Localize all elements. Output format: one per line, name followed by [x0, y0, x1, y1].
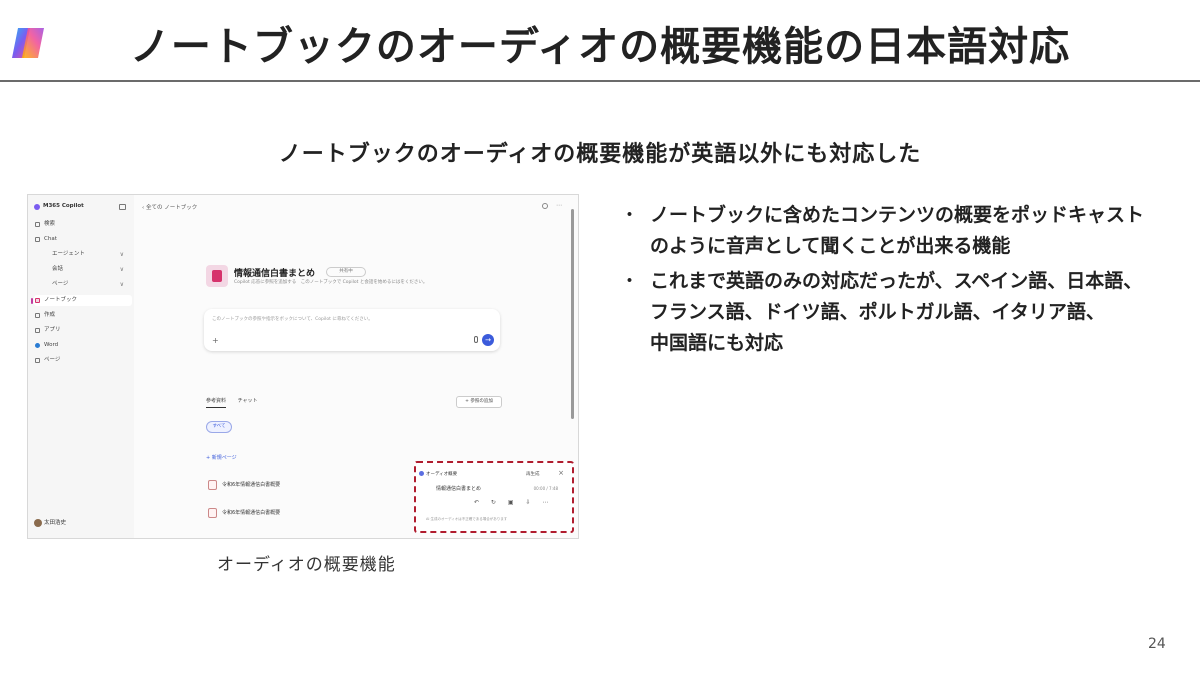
audio-controls[interactable]: ↶ ↻ ▣ ⇩ ⋯ — [474, 499, 553, 506]
audio-disclaimer: AI 生成のオーディオは不正確である場合があります — [426, 517, 508, 521]
sidebar-header: M365 Copilot — [34, 203, 128, 213]
new-page-button[interactable]: + 新規ページ — [206, 454, 237, 461]
sidebar-item-search[interactable]: 検索 — [34, 219, 132, 230]
create-icon — [35, 313, 40, 318]
sidebar-item-chat[interactable]: Chat — [34, 234, 132, 245]
sidebar-item-conversations[interactable]: 会話 ∨ — [34, 264, 132, 275]
audio-panel-title: オーディオ概要 — [418, 471, 458, 477]
user-profile[interactable]: 太田浩史 — [34, 518, 128, 528]
avatar — [34, 519, 42, 527]
word-icon — [35, 343, 40, 348]
sidebar-item-notebook[interactable]: ノートブック — [31, 295, 132, 306]
audio-time: 00:00 / 7:48 — [533, 486, 558, 491]
notebook-header: 情報通信白書まとめ 共有中 Copilot 応答に参照を追加する このノートブッ… — [206, 265, 506, 289]
sidebar-item-label: ノートブック — [44, 297, 78, 303]
notebook-description: Copilot 応答に参照を追加する このノートブックで Copilot と会話… — [234, 280, 428, 285]
pages-icon — [35, 358, 40, 363]
bullet-text: ノートブックに含めたコンテンツの概要をポッドキャスト のように音声として聞くこと… — [650, 204, 1145, 257]
copilot-notebook-screenshot: M365 Copilot 検索 Chat エージェント ∨ 会話 ∨ ページ ∨ ノー… — [27, 194, 579, 539]
notebook-icon — [35, 298, 40, 303]
list-item[interactable]: 令和6年情報通信白書概要 — [206, 479, 406, 491]
sidebar-item-label: Word — [44, 342, 59, 348]
sidebar-item-label: ページ — [44, 357, 61, 363]
bullet-item: ・これまで英語のみの対応だったが、スペイン語、日本語、 フランス語、ドイツ語、ポ… — [620, 266, 1180, 359]
prompt-input[interactable]: このノートブックの参照や指示をボックについて、Copilot に尋ねてください。 — [212, 316, 373, 322]
sidebar-item-label: エージェント — [52, 251, 85, 257]
close-icon[interactable]: × — [558, 469, 564, 477]
screenshot-caption: オーディオの概要機能 — [217, 555, 396, 575]
sidebar-item-label: 検索 — [44, 221, 56, 227]
app-logo-icon — [34, 204, 40, 210]
list-item[interactable]: 令和6年情報通信白書概要 — [206, 507, 406, 519]
pdf-file-icon — [208, 480, 217, 490]
tab-references[interactable]: 参考資料 — [206, 397, 227, 408]
send-button[interactable]: → — [482, 334, 494, 346]
content-tabs: 参考資料 チャット — [206, 397, 268, 408]
apps-icon — [35, 328, 40, 333]
scrollbar[interactable] — [571, 209, 574, 419]
search-icon — [35, 222, 40, 227]
sidebar-item-label: Chat — [44, 236, 57, 242]
regenerate-button[interactable]: 再生成 — [526, 471, 540, 477]
sidebar-item-label: ページ — [52, 281, 69, 287]
chat-icon — [35, 237, 40, 242]
breadcrumb[interactable]: ‹ 全ての ノートブック — [142, 203, 197, 211]
notebook-title: 情報通信白書まとめ — [234, 269, 316, 279]
slide-title: ノートブックのオーディオの概要機能の日本語対応 — [129, 24, 1071, 70]
sidebar-item-agents[interactable]: エージェント ∨ — [34, 249, 132, 260]
bullet-marker: ・ — [620, 204, 640, 226]
app-name: M365 Copilot — [43, 203, 84, 209]
chevron-down-icon: ∨ — [119, 281, 124, 288]
sidebar-item-create[interactable]: 作成 — [34, 310, 132, 321]
notebook-icon — [206, 265, 228, 287]
chevron-down-icon: ∨ — [119, 266, 124, 273]
prompt-box[interactable]: このノートブックの参照や指示をボックについて、Copilot に尋ねてください。… — [204, 309, 500, 351]
audio-overview-panel: オーディオ概要 再生成 × 情報通信白書まとめ 00:00 / 7:48 ↶ ↻… — [414, 461, 574, 533]
bullet-item: ・ノートブックに含めたコンテンツの概要をポッドキャスト のように音声として聞くこ… — [620, 200, 1180, 262]
share-status-badge[interactable]: 共有中 — [326, 267, 366, 277]
audio-track-name: 情報通信白書まとめ — [436, 486, 482, 492]
sidebar: M365 Copilot 検索 Chat エージェント ∨ 会話 ∨ ページ ∨ ノー… — [28, 195, 134, 538]
user-name: 太田浩史 — [44, 520, 67, 526]
file-name: 令和6年情報通信白書概要 — [222, 482, 281, 488]
sidebar-item-pages[interactable]: ページ — [34, 355, 132, 366]
sidebar-toggle-icon[interactable] — [119, 204, 126, 210]
sidebar-item-label: 会話 — [52, 266, 64, 272]
sidebar-item-label: アプリ — [44, 327, 61, 333]
tab-chat[interactable]: チャット — [238, 397, 258, 407]
add-reference-button[interactable]: + 参照の追加 — [456, 396, 502, 408]
settings-icon[interactable] — [542, 203, 548, 209]
page-number: 24 — [1148, 636, 1166, 652]
pdf-file-icon — [208, 508, 217, 518]
bullet-marker: ・ — [620, 270, 640, 292]
microphone-icon[interactable] — [474, 336, 478, 343]
slide-header: ノートブックのオーディオの概要機能の日本語対応 — [0, 0, 1200, 82]
chevron-down-icon: ∨ — [119, 251, 124, 258]
sidebar-item-pages-group[interactable]: ページ ∨ — [34, 279, 132, 290]
filter-chip-all[interactable]: すべて — [206, 421, 232, 433]
file-name: 令和6年情報通信白書概要 — [222, 510, 281, 516]
bullet-text: これまで英語のみの対応だったが、スペイン語、日本語、 フランス語、ドイツ語、ポル… — [650, 270, 1143, 354]
sidebar-item-apps[interactable]: アプリ — [34, 325, 132, 336]
slide-subtitle: ノートブックのオーディオの概要機能が英語以外にも対応した — [278, 142, 922, 167]
bullet-list: ・ノートブックに含めたコンテンツの概要をポッドキャスト のように音声として聞くこ… — [620, 200, 1180, 363]
add-attachment-icon[interactable]: + — [212, 336, 219, 345]
sidebar-item-word[interactable]: Word — [34, 340, 132, 351]
more-icon[interactable]: ⋯ — [556, 202, 562, 209]
sidebar-item-label: 作成 — [44, 312, 56, 318]
